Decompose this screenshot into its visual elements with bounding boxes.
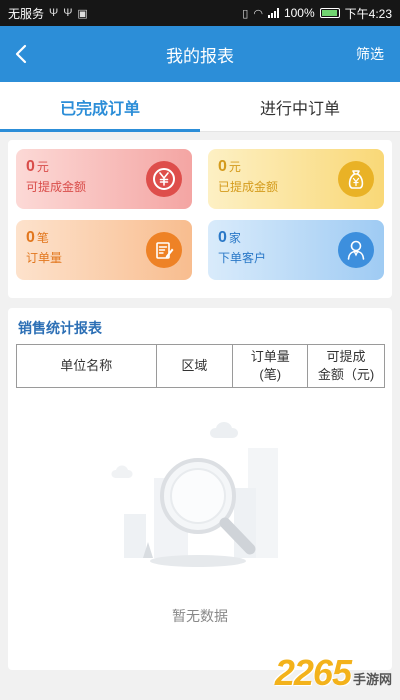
report-title: 销售统计报表 — [18, 320, 102, 336]
edit-document-icon — [146, 232, 182, 268]
stat-unit: 元 — [228, 160, 241, 174]
clock-text: 下午4:23 — [344, 6, 392, 21]
back-button[interactable] — [10, 42, 34, 66]
stat-value: 0 — [218, 158, 227, 175]
money-bag-icon — [338, 161, 374, 197]
column-header-commission-amount: 可提成金额（元) — [307, 344, 385, 388]
table-header-row: 单位名称 区域 订单量 (笔) 可提成金额（元) — [16, 344, 385, 388]
filter-button[interactable]: 筛选 — [356, 44, 384, 64]
report-table: 单位名称 区域 订单量 (笔) 可提成金额（元) — [16, 344, 385, 388]
carrier-text: 无服务 — [8, 6, 45, 21]
sim-icon: ▣ — [77, 7, 88, 20]
order-tabs: 已完成订单 进行中订单 — [0, 82, 400, 132]
stat-unit: 家 — [228, 231, 241, 245]
status-left: 无服务 Ψ Ψ ▣ — [8, 5, 88, 22]
battery-icon — [319, 8, 340, 18]
empty-search-illustration — [111, 422, 278, 567]
wifi-icon: ◠ — [253, 7, 263, 20]
usb-debug-icon: Ψ — [63, 7, 73, 19]
header-text: 可提成 — [326, 349, 366, 364]
chevron-left-icon — [15, 44, 27, 64]
column-header-region: 区域 — [155, 344, 234, 388]
header-text: 区域 — [181, 358, 208, 373]
tab-in-progress-orders[interactable]: 进行中订单 — [200, 82, 400, 131]
tab-completed-orders[interactable]: 已完成订单 — [0, 82, 200, 132]
customer-icon — [338, 232, 374, 268]
stats-panel: 0 元 可提成金额 0 元 已提成金额 0 笔 订单量 0 家 下单客户 — [8, 140, 392, 298]
status-right: ▯ ◠ 100% 下午4:23 — [242, 5, 392, 22]
stat-value: 0 — [218, 229, 227, 246]
header-text: 单位名称 — [60, 358, 113, 373]
column-header-unit-name: 单位名称 — [16, 344, 157, 388]
header-subtext: (笔) — [259, 367, 282, 382]
header-subtext: 金额（元) — [317, 367, 375, 382]
header-text: 订单量 — [250, 349, 290, 364]
stat-unit: 元 — [36, 160, 49, 174]
sales-report-panel: 销售统计报表 单位名称 区域 订单量 (笔) 可提成金额（元) 暂无数据 — [8, 308, 392, 670]
usb-icon: Ψ — [49, 7, 59, 19]
stat-card-commissioned[interactable]: 0 元 已提成金额 — [208, 149, 384, 209]
stat-value: 0 — [26, 158, 35, 175]
status-bar: 无服务 Ψ Ψ ▣ ▯ ◠ 100% 下午4:23 — [0, 0, 400, 26]
header-bar: 我的报表 筛选 — [0, 26, 400, 82]
stat-value: 0 — [26, 229, 35, 246]
watermark-text: 手游网 — [352, 672, 392, 687]
battery-percent: 100% — [283, 6, 315, 20]
signal-icon — [267, 8, 279, 18]
watermark-number: 2265 — [274, 652, 352, 693]
empty-state-text: 暂无数据 — [172, 608, 228, 624]
vibrate-icon: ▯ — [242, 7, 249, 20]
stat-card-customers[interactable]: 0 家 下单客户 — [208, 220, 384, 280]
site-watermark-logo: 2265 手游网 — [275, 652, 392, 694]
stat-card-order-count[interactable]: 0 笔 订单量 — [16, 220, 192, 280]
stat-card-commissionable[interactable]: 0 元 可提成金额 — [16, 149, 192, 209]
stat-unit: 笔 — [36, 231, 49, 245]
yen-icon — [146, 161, 182, 197]
page-title: 我的报表 — [166, 46, 234, 66]
column-header-order-count: 订单量 (笔) — [232, 344, 309, 388]
